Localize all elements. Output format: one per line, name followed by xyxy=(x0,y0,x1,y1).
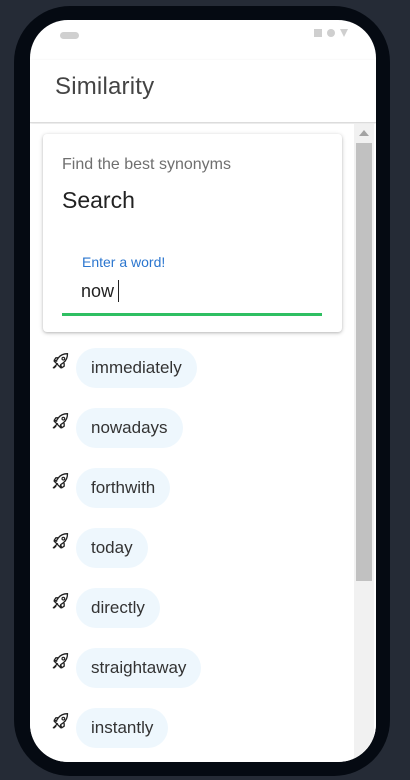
scrollbar-thumb[interactable] xyxy=(356,143,372,581)
word-field-label: Enter a word! xyxy=(82,254,166,270)
list-item: today xyxy=(30,528,350,570)
card-title: Search xyxy=(62,187,135,213)
rocket-icon xyxy=(52,413,69,429)
rocket-icon xyxy=(52,653,69,669)
word-input[interactable] xyxy=(81,278,321,304)
app-title: Similarity xyxy=(55,73,155,100)
synonym-chip[interactable]: forthwith xyxy=(76,468,171,508)
list-item: immediately xyxy=(30,348,350,390)
square-status-icon xyxy=(314,29,322,37)
synonym-chip[interactable]: instantly xyxy=(76,708,169,748)
status-pill-icon xyxy=(60,32,79,39)
triangle-status-icon xyxy=(340,29,348,37)
list-item: directly xyxy=(30,588,350,630)
word-input-underline xyxy=(62,313,322,316)
scroll-up-arrow-icon[interactable] xyxy=(359,130,369,136)
search-card: Find the best synonyms Search Enter a wo… xyxy=(43,134,342,332)
list-item: straightaway xyxy=(30,648,350,690)
card-subtitle: Find the best synonyms xyxy=(62,156,231,173)
main-content: Find the best synonyms Search Enter a wo… xyxy=(30,124,376,762)
rocket-icon xyxy=(52,473,69,489)
list-item: instantly xyxy=(30,708,350,750)
phone-screen: Similarity Find the best synonyms Search… xyxy=(30,20,376,762)
app-bar: Similarity xyxy=(30,60,376,123)
rocket-icon xyxy=(52,533,69,549)
rocket-icon xyxy=(52,353,69,369)
status-bar xyxy=(30,20,376,60)
synonym-chip[interactable]: nowadays xyxy=(76,408,183,448)
circle-status-icon xyxy=(327,29,335,37)
list-item: nowadays xyxy=(30,408,350,450)
status-icons xyxy=(314,29,348,37)
synonym-chip[interactable]: directly xyxy=(76,588,160,628)
phone-frame: Similarity Find the best synonyms Search… xyxy=(14,6,390,776)
synonym-chip[interactable]: today xyxy=(76,528,148,568)
synonym-chip[interactable]: immediately xyxy=(76,348,197,388)
rocket-icon xyxy=(52,713,69,729)
scrollbar[interactable] xyxy=(354,124,374,762)
rocket-icon xyxy=(52,593,69,609)
text-caret xyxy=(118,280,119,302)
list-item: forthwith xyxy=(30,468,350,510)
synonym-chip[interactable]: straightaway xyxy=(76,648,202,688)
